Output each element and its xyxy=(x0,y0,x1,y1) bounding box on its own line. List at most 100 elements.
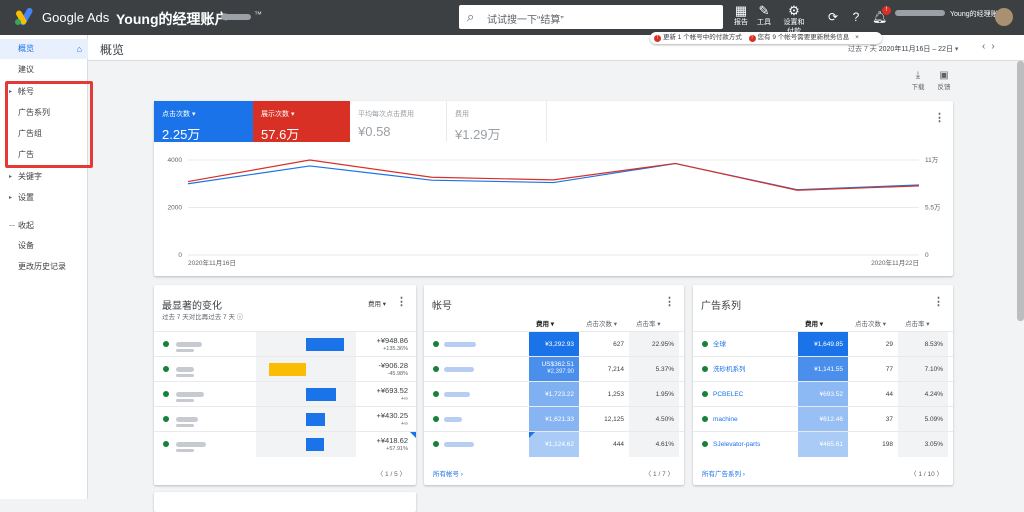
change-percent: -45.98% xyxy=(387,371,409,377)
entity-name-redacted xyxy=(176,367,194,372)
clicks-cell: 627 xyxy=(613,341,624,348)
impressions-series-line xyxy=(187,159,920,191)
more-options-icon[interactable]: ⋮ xyxy=(664,295,675,308)
date-nav-arrows[interactable]: ‹› xyxy=(982,41,1001,52)
ctr-cell: 5.09% xyxy=(898,407,948,432)
table-row[interactable]: +¥693.52 +∞ xyxy=(154,381,416,407)
table-row[interactable]: +¥418.62 +57.91% xyxy=(154,431,416,457)
change-bar xyxy=(306,388,336,401)
pagination[interactable]: 〈 1 / 10 〉 xyxy=(910,468,943,478)
ctr-cell: 4.61% xyxy=(629,432,679,457)
ctr-cell: 3.05% xyxy=(898,432,948,457)
sidebar-item-change-history[interactable]: 更改历史记录 xyxy=(0,257,88,277)
campaign-name[interactable]: 洗砂机系列 xyxy=(713,357,746,382)
tools-button[interactable]: ✎ 工具 xyxy=(749,4,779,27)
table-row[interactable]: +¥430.25 +∞ xyxy=(154,406,416,432)
download-button[interactable]: ⤓ 下载 xyxy=(906,70,930,91)
sidebar-item-keywords[interactable]: ▸ 关键字 xyxy=(0,167,88,187)
column-header-cost[interactable]: 费用 ▾ xyxy=(805,318,823,328)
search-box[interactable]: ⌕ 试试搜一下“结算” xyxy=(459,5,723,29)
chevron-right-icon[interactable]: › xyxy=(991,41,1000,52)
change-value: +¥430.25 xyxy=(376,411,409,420)
table-row[interactable]: -¥906.28 -45.98% xyxy=(154,356,416,382)
metric-cost[interactable]: 费用 ¥1.29万 xyxy=(447,101,547,142)
entity-id-redacted xyxy=(176,424,194,427)
column-header-ctr[interactable]: 点击率 ▾ xyxy=(905,318,930,328)
column-header-ctr[interactable]: 点击率 ▾ xyxy=(636,318,661,328)
scrollbar[interactable] xyxy=(1017,61,1024,321)
sidebar-item-overview[interactable]: 概览 ⌂ xyxy=(0,39,88,59)
notification-chips[interactable]: ! 更新 1 个帐号中的付款方式 ! 您有 9 个帐号需要更新税务信息 × xyxy=(650,32,882,44)
more-options-icon[interactable]: ⋮ xyxy=(396,295,407,308)
refresh-icon[interactable]: ⟳ xyxy=(826,10,840,24)
ctr-cell: 22.95% xyxy=(629,332,679,357)
all-campaigns-link[interactable]: 所有广告系列 › xyxy=(702,468,745,478)
campaign-name[interactable]: SJelevator-parts xyxy=(713,432,760,457)
expand-triangle-icon: ▸ xyxy=(9,89,13,95)
table-row[interactable]: ¥1,124.62 444 4.61% xyxy=(424,431,684,457)
user-email-redacted xyxy=(895,10,945,16)
notification-badge: ! xyxy=(882,6,891,15)
metric-dropdown[interactable]: 费用 ▾ xyxy=(368,298,386,308)
campaign-name[interactable]: 全球 xyxy=(713,332,726,357)
change-percent: +∞ xyxy=(400,396,408,402)
column-header-clicks[interactable]: 点击次数 ▾ xyxy=(586,318,617,328)
y-left-tick-label: 0 xyxy=(178,252,182,259)
sidebar-item-campaigns[interactable]: 广告系列 xyxy=(0,103,88,123)
table-row[interactable]: machine ¥612.46 37 5.09% xyxy=(693,406,953,432)
table-row[interactable]: US$362.51 ¥2,397.90 7,214 5.37% xyxy=(424,356,684,382)
table-row[interactable]: ¥1,723.22 1,253 1.95% xyxy=(424,381,684,407)
date-range-selector[interactable]: 过去 7 天 2020年11月16日 – 22日 ▾ xyxy=(848,44,958,54)
entity-id-redacted xyxy=(176,449,194,452)
pagination[interactable]: 〈 1 / 5 〉 xyxy=(377,468,406,478)
all-accounts-link[interactable]: 所有帐号 › xyxy=(433,468,463,478)
sidebar-item-devices[interactable]: 设备 xyxy=(0,236,88,256)
sidebar-item-accounts[interactable]: ▸ 帐号 xyxy=(0,82,88,102)
card-title: 帐号 xyxy=(432,301,452,312)
account-id-redacted xyxy=(221,14,251,20)
pagination[interactable]: 〈 1 / 7 〉 xyxy=(645,468,674,478)
campaign-name[interactable]: machine xyxy=(713,407,738,432)
feedback-icon: ▣ xyxy=(939,70,949,81)
feedback-button[interactable]: ▣ 反馈 xyxy=(932,70,956,91)
table-row[interactable]: 洗砂机系列 ¥1,141.55 77 7.10% xyxy=(693,356,953,382)
help-icon[interactable]: ? xyxy=(849,10,863,24)
table-row[interactable]: ¥1,621.33 12,125 4.50% xyxy=(424,406,684,432)
cost-cell: ¥1,723.22 xyxy=(529,382,579,407)
metric-impressions[interactable]: 展示次数 ▾ 57.6万 xyxy=(253,101,350,142)
account-name[interactable]: Young的经理账户 xyxy=(116,9,229,29)
account-name-redacted xyxy=(444,392,470,397)
more-options-icon[interactable]: ⋮ xyxy=(933,295,944,308)
avatar[interactable] xyxy=(995,8,1013,26)
chevron-left-icon[interactable]: ‹ xyxy=(982,41,991,52)
y-left-tick-label: 2000 xyxy=(168,205,183,212)
more-options-icon[interactable]: ⋮ xyxy=(934,111,945,124)
top-bar: Google Ads Young的经理账户 ™ ⌕ 试试搜一下“结算” ▦ 报告… xyxy=(0,0,1024,35)
cost-cell: ¥1,141.55 xyxy=(798,357,848,382)
table-row[interactable]: +¥948.86 +135.36% xyxy=(154,331,416,357)
home-icon: ⌂ xyxy=(76,44,82,54)
ctr-cell: 4.50% xyxy=(629,407,679,432)
chevron-down-icon: ▾ xyxy=(954,46,959,53)
expand-triangle-icon: ▸ xyxy=(9,195,13,201)
campaign-name[interactable]: PCBELEC xyxy=(713,382,743,407)
metric-clicks[interactable]: 点击次数 ▾ 2.25万 xyxy=(154,101,253,142)
column-header-cost[interactable]: 费用 ▾ xyxy=(536,318,554,328)
sidebar-item-ads[interactable]: 广告 xyxy=(0,145,88,165)
sidebar-item-recommendations[interactable]: 建议 xyxy=(0,60,88,80)
google-ads-logo-icon[interactable] xyxy=(14,8,36,26)
column-header-clicks[interactable]: 点击次数 ▾ xyxy=(855,318,886,328)
change-bar-track xyxy=(256,407,356,432)
sidebar-item-settings[interactable]: ▸ 设置 xyxy=(0,188,88,208)
table-row[interactable]: 全球 ¥1,649.85 29 8.53% xyxy=(693,331,953,357)
entity-name-redacted xyxy=(176,342,202,347)
sidebar-item-ad-groups[interactable]: 广告组 xyxy=(0,124,88,144)
entity-name-redacted xyxy=(176,417,198,422)
metric-avg-cpc[interactable]: 平均每次点击费用 ¥0.58 xyxy=(350,101,447,142)
table-row[interactable]: PCBELEC ¥693.52 44 4.24% xyxy=(693,381,953,407)
table-row[interactable]: SJelevator-parts ¥465.61 198 3.05% xyxy=(693,431,953,457)
collapse-icon: — xyxy=(9,223,15,229)
close-icon[interactable]: × xyxy=(855,34,859,41)
table-row[interactable]: ¥3,292.93 627 22.95% xyxy=(424,331,684,357)
sidebar-collapse[interactable]: — 收起 xyxy=(0,216,88,236)
